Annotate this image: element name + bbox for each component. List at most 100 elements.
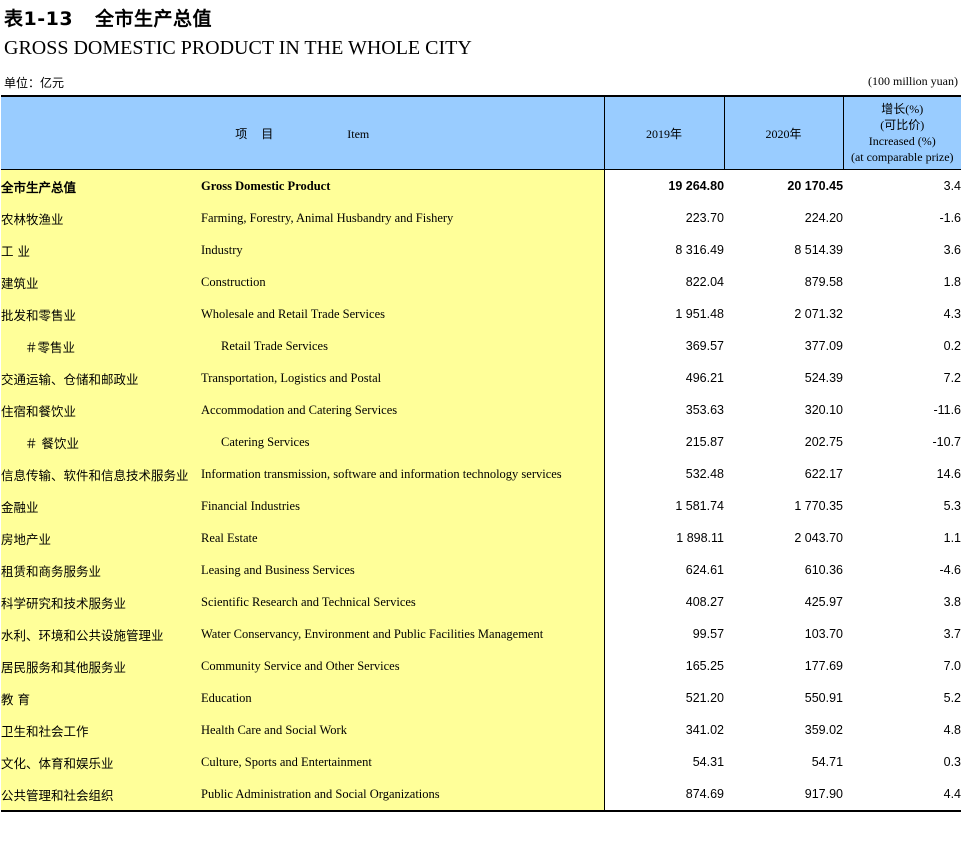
row-growth: 7.2	[943, 371, 962, 385]
header-growth-line: (可比价)	[880, 118, 925, 132]
row-value-2020: 377.09	[804, 339, 844, 353]
row-value-2020: 879.58	[804, 275, 844, 289]
table-row: 公共管理和社会组织 Public Administration and Socia…	[1, 778, 962, 812]
row-label-cn: ＃零售业	[1, 330, 201, 362]
row-label-en: Industry	[201, 234, 605, 266]
row-label-en: Scientific Research and Technical Servic…	[201, 586, 605, 618]
row-value-2020: 610.36	[804, 563, 844, 577]
table-row: 科学研究和技术服务业 Scientific Research and Techni…	[1, 586, 961, 618]
row-label-en: Real Estate	[201, 522, 605, 554]
table-row: 金融业 Financial Industries 1 581.74 1 770.35 5…	[1, 490, 961, 522]
row-value-2020: 917.90	[724, 778, 844, 812]
row-value-2019: 624.61	[685, 563, 725, 577]
row-label-cn: 农林牧渔业	[1, 202, 201, 234]
row-label-cn: 住宿和餐饮业	[1, 394, 201, 426]
row-value-2020: 359.02	[804, 723, 844, 737]
table-row: 水利、环境和公共设施管理业 Water Conservancy, Environm…	[1, 618, 961, 650]
header-growth: 增长(%) (可比价) Increased (%) (at comparable…	[843, 95, 962, 170]
row-label-cn: 水利、环境和公共设施管理业	[1, 618, 201, 650]
row-label-cn: 租赁和商务服务业	[1, 554, 201, 586]
row-value-2020: 524.39	[804, 371, 844, 385]
row-label-cn: 工 业	[1, 234, 201, 266]
row-label-en: Wholesale and Retail Trade Services	[201, 298, 605, 330]
row-value-2020: 550.91	[804, 691, 844, 705]
table-body: 全市生产总值 Gross Domestic Product 19 264.80 20 …	[1, 169, 962, 812]
table-row: ＃零售业 Retail Trade Services 369.57 377.09 0.2	[1, 330, 961, 362]
row-label-en: Retail Trade Services	[201, 330, 605, 362]
row-growth: 3.6	[943, 243, 962, 257]
row-value-2020: 177.69	[804, 659, 844, 673]
unit-label-cn: 单位：亿元	[4, 76, 65, 90]
row-growth: 0.3	[943, 755, 962, 769]
row-value-2020: 2 043.70	[794, 531, 844, 545]
row-value-2019: 369.57	[685, 339, 725, 353]
row-label-en: Information transmission, software and i…	[201, 458, 605, 490]
row-label-cn: 房地产业	[1, 522, 201, 554]
table-title-cn: 表1-13 全市生产总值	[4, 4, 212, 31]
row-value-2019: 822.04	[685, 275, 725, 289]
row-value-2020: 320.10	[804, 403, 844, 417]
table-row: 文化、体育和娱乐业 Culture, Sports and Entertainme…	[1, 746, 961, 778]
table-row: 居民服务和其他服务业 Community Service and Other Se…	[1, 650, 961, 682]
row-growth: 4.8	[943, 723, 962, 737]
unit-label-en: (100 million yuan)	[868, 74, 958, 88]
row-value-2019: 8 316.49	[675, 243, 725, 257]
row-label-en: Transportation, Logistics and Postal	[201, 362, 605, 394]
header-2019: 2019年	[604, 95, 725, 170]
row-label-en: Health Care and Social Work	[201, 714, 605, 746]
table-row: 批发和零售业 Wholesale and Retail Trade Service…	[1, 298, 961, 330]
row-value-2019: 99.57	[692, 627, 725, 641]
row-growth: 1.8	[943, 275, 962, 289]
row-value-2019: 341.02	[685, 723, 725, 737]
header-growth-line: 增长(%)	[881, 102, 924, 116]
header-growth-line: (at comparable prize)	[850, 150, 954, 164]
table-title-text: 全市生产总值	[95, 8, 213, 30]
row-growth: 5.3	[943, 499, 962, 513]
row-growth: -4.6	[939, 563, 962, 577]
row-label-cn: 公共管理和社会组织	[1, 778, 201, 812]
row-value-2020: 224.20	[804, 211, 844, 225]
row-label-cn: 教 育	[1, 682, 201, 714]
row-value-2019: 19 264.80	[668, 179, 725, 193]
row-value-2020: 202.75	[804, 435, 844, 449]
row-label-en: Leasing and Business Services	[201, 554, 605, 586]
row-growth: 4.4	[843, 778, 962, 812]
row-growth: 5.2	[943, 691, 962, 705]
row-label-cn: 文化、体育和娱乐业	[1, 746, 201, 778]
row-value-2020: 622.17	[804, 467, 844, 481]
table-number: 表1-13	[4, 8, 74, 30]
row-label-en: Education	[201, 682, 605, 714]
row-value-2020: 1 770.35	[794, 499, 844, 513]
table-row: 卫生和社会工作 Health Care and Social Work 341.02…	[1, 714, 961, 746]
row-value-2020: 54.71	[811, 755, 844, 769]
header-item: 项目 Item	[1, 95, 605, 170]
row-label-cn: 居民服务和其他服务业	[1, 650, 201, 682]
row-growth: 7.0	[943, 659, 962, 673]
row-value-2019: 496.21	[685, 371, 725, 385]
row-label-en: Water Conservancy, Environment and Publi…	[201, 618, 605, 650]
row-growth: -11.6	[933, 403, 962, 417]
row-label-en: Accommodation and Catering Services	[201, 394, 605, 426]
table-title-en: GROSS DOMESTIC PRODUCT IN THE WHOLE CITY	[4, 37, 472, 59]
row-value-2019: 1 898.11	[676, 531, 725, 545]
row-label-cn: 科学研究和技术服务业	[1, 586, 201, 618]
row-label-cn: 全市生产总值	[1, 169, 201, 202]
header-item-cn: 项目	[235, 126, 288, 141]
row-growth: 14.6	[936, 467, 962, 481]
row-label-cn: 交通运输、仓储和邮政业	[1, 362, 201, 394]
row-growth: -1.6	[939, 211, 962, 225]
row-label-en: Financial Industries	[201, 490, 605, 522]
row-label-en: Gross Domestic Product	[201, 169, 605, 202]
row-value-2019: 1 951.48	[675, 307, 725, 321]
row-value-2020: 20 170.45	[787, 179, 844, 193]
row-label-en: Construction	[201, 266, 605, 298]
gdp-table: 项目 Item 2019年 2020年 增长(%) (可比价) Increased…	[1, 95, 962, 812]
row-value-2020: 2 071.32	[794, 307, 844, 321]
table-row: 房地产业 Real Estate 1 898.11 2 043.70 1.1	[1, 522, 961, 554]
row-growth: 4.3	[943, 307, 962, 321]
row-label-en: Community Service and Other Services	[201, 650, 605, 682]
row-growth: 0.2	[943, 339, 962, 353]
row-value-2020: 103.70	[804, 627, 844, 641]
row-value-2020: 425.97	[804, 595, 844, 609]
table-row: 租赁和商务服务业 Leasing and Business Services 624…	[1, 554, 961, 586]
